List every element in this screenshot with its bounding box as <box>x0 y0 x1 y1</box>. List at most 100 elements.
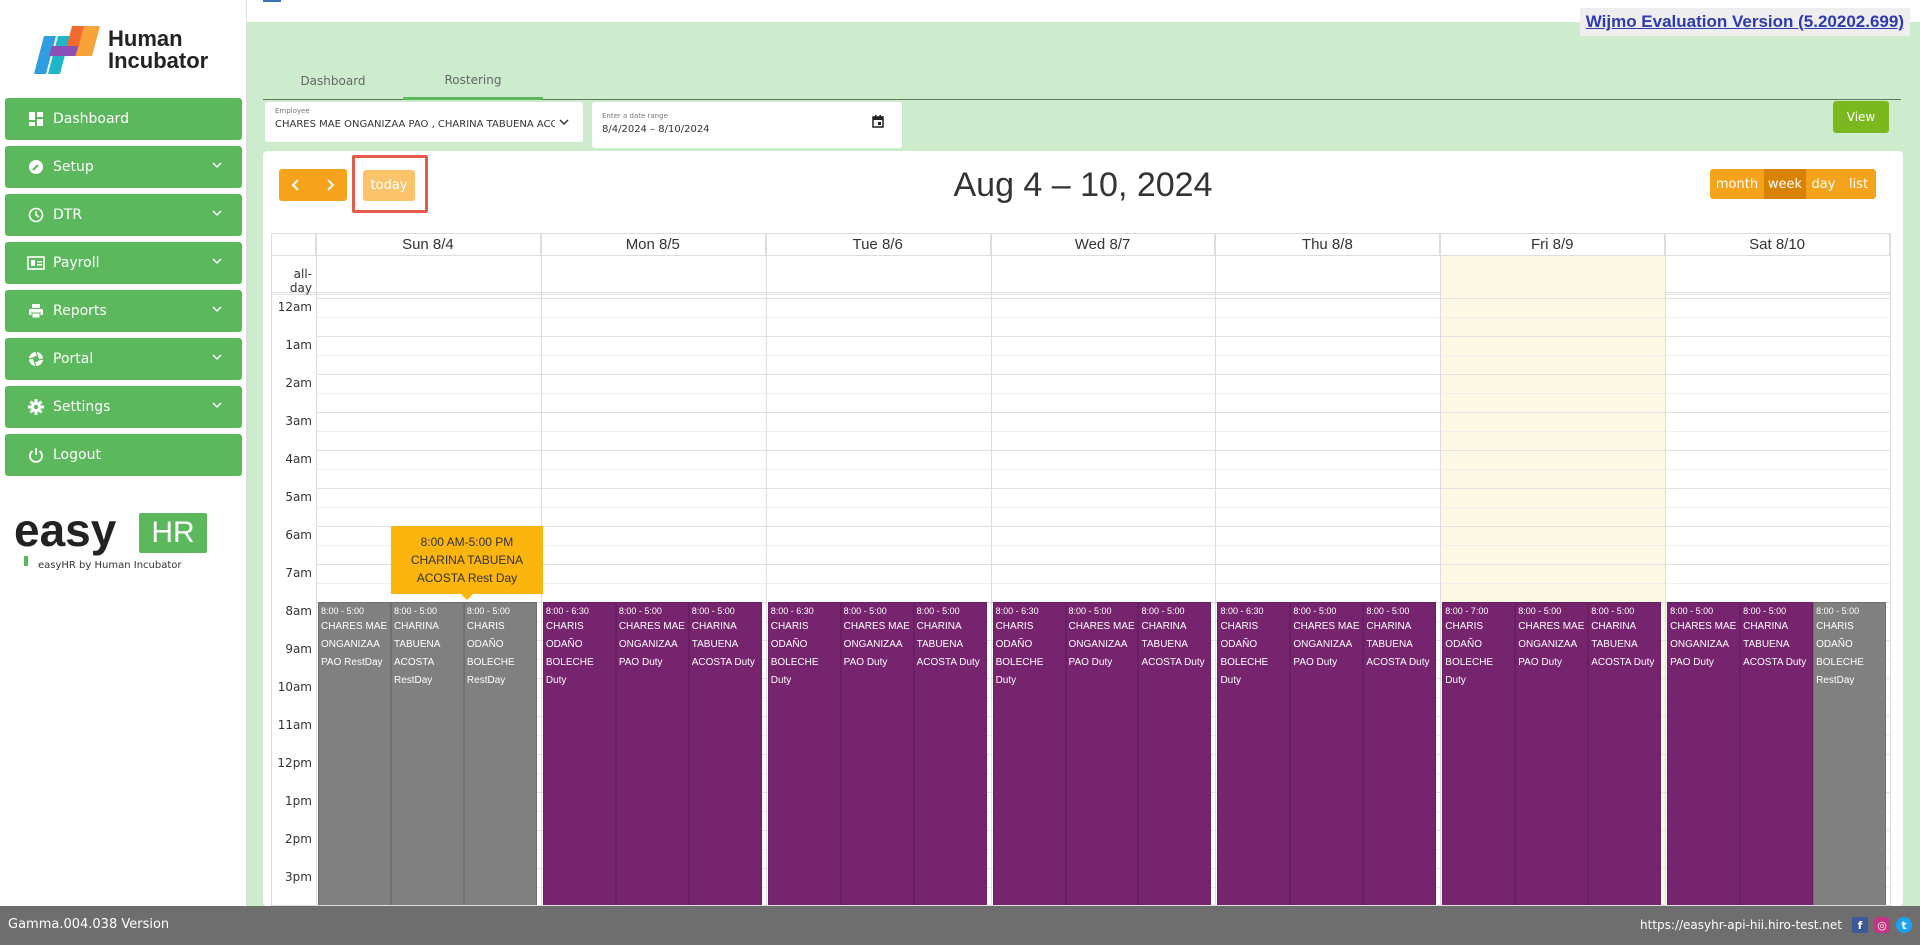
chevron-down-icon <box>212 158 222 172</box>
event-title: CHARES MAE ONGANIZAA PAO Duty <box>843 621 910 668</box>
instagram-icon[interactable]: ◎ <box>1874 917 1890 933</box>
roster-event[interactable]: 8:00 - 5:00 CHARINA TABUENA ACOSTA Duty <box>1588 602 1662 905</box>
employee-select[interactable]: Employee CHARES MAE ONGANIZAA PAO , CHAR… <box>265 102 583 142</box>
tab-bar: Dashboard Rostering <box>263 62 1901 100</box>
roster-event[interactable]: 8:00 - 5:00 CHARES MAE ONGANIZAA PAO Duty <box>1515 602 1589 905</box>
view-week-button[interactable]: week <box>1764 169 1806 199</box>
event-title: CHARINA TABUENA ACOSTA Duty <box>1743 621 1807 668</box>
wijmo-evaluation-link[interactable]: Wijmo Evaluation Version (5.20202.699) <box>1579 8 1910 36</box>
roster-event[interactable]: 8:00 - 5:00 CHARES MAE ONGANIZAA PAO Duty <box>1667 602 1741 905</box>
event-time: 8:00 - 5:00 <box>843 606 887 616</box>
day-divider <box>1665 234 1667 905</box>
sidebar-item-reports[interactable]: Reports <box>5 290 242 332</box>
twitter-icon[interactable]: t <box>1896 917 1912 933</box>
chevron-down-icon <box>212 350 222 364</box>
roster-event[interactable]: 8:00 - 6:30 CHARIS ODAÑO BOLECHE Duty <box>767 602 841 905</box>
sidebar-item-payroll[interactable]: Payroll <box>5 242 242 284</box>
hour-line <box>316 374 1890 375</box>
view-month-button[interactable]: month <box>1710 169 1764 199</box>
day-header: Sun 8/4 <box>316 234 541 256</box>
event-title: CHARINA TABUENA ACOSTA Duty <box>916 621 980 668</box>
roster-event[interactable]: 8:00 - 5:00 CHARINA TABUENA ACOSTA Duty <box>688 602 762 905</box>
day-divider <box>765 234 767 905</box>
hour-line <box>316 488 1890 489</box>
roster-event[interactable]: 8:00 - 5:00 CHARIS ODAÑO BOLECHE RestDay <box>1813 602 1887 905</box>
roster-event[interactable]: 8:00 - 5:00 CHARES MAE ONGANIZAA PAO Rest… <box>318 602 391 905</box>
roster-event[interactable]: 8:00 - 7:00 CHARIS ODAÑO BOLECHE Duty <box>1442 602 1516 905</box>
view-button[interactable]: View <box>1833 101 1889 133</box>
hour-label: 3pm <box>285 870 312 884</box>
roster-event[interactable]: 8:00 - 5:00 CHARES MAE ONGANIZAA PAO Duty <box>1290 602 1364 905</box>
roster-event[interactable]: 8:00 - 5:00 CHARIS ODAÑO BOLECHE RestDay <box>463 602 537 905</box>
date-range-value: 8/4/2024 – 8/10/2024 <box>602 124 710 135</box>
half-hour-line <box>316 507 1890 508</box>
roster-event[interactable]: 8:00 - 5:00 CHARES MAE ONGANIZAA PAO Duty <box>1065 602 1139 905</box>
footer-url[interactable]: https://easyhr-api-hii.hiro-test.net <box>1640 918 1842 932</box>
printer-icon <box>27 302 45 320</box>
event-title: CHARINA TABUENA ACOSTA Duty <box>691 621 755 668</box>
facebook-icon[interactable]: f <box>1852 917 1868 933</box>
easyhr-logo: easy HR easyHR by Human Incubator <box>14 505 214 575</box>
roster-event[interactable]: 8:00 - 5:00 CHARINA TABUENA ACOSTA Duty <box>1363 602 1437 905</box>
hour-label: 2am <box>285 376 312 390</box>
roster-event[interactable]: 8:00 - 5:00 CHARES MAE ONGANIZAA PAO Duty <box>615 602 689 905</box>
corner-cell <box>272 234 316 256</box>
easyhr-tagline: easyHR by Human Incubator <box>38 560 182 571</box>
date-range-field[interactable]: Enter a date range 8/4/2024 – 8/10/2024 <box>592 102 902 148</box>
hour-line <box>316 450 1890 451</box>
footer: Gamma.004.038 Version https://easyhr-api… <box>0 906 1920 945</box>
employee-label: Employee <box>275 107 310 115</box>
event-title: CHARINA TABUENA ACOSTA Duty <box>1591 621 1655 668</box>
tooltip-line1: 8:00 AM-5:00 PM <box>420 535 514 549</box>
allday-label: all-day <box>289 267 312 295</box>
roster-event[interactable]: 8:00 - 5:00 CHARINA TABUENA ACOSTA Duty <box>1138 602 1212 905</box>
hour-label: 3am <box>285 414 312 428</box>
roster-event[interactable]: 8:00 - 6:30 CHARIS ODAÑO BOLECHE Duty <box>542 602 616 905</box>
day-header: Fri 8/9 <box>1440 234 1666 256</box>
event-tooltip: 8:00 AM-5:00 PM CHARINA TABUENA ACOSTA Res… <box>390 526 543 600</box>
power-icon <box>27 446 45 464</box>
next-button[interactable] <box>313 169 347 201</box>
view-day-button[interactable]: day <box>1806 169 1841 199</box>
prev-button[interactable] <box>279 169 313 201</box>
event-time: 8:00 - 5:00 <box>1591 606 1635 616</box>
hour-label: 1am <box>285 338 312 352</box>
logo-line2: Incubator <box>108 48 209 73</box>
hour-label: 2pm <box>285 832 312 846</box>
tab-dashboard[interactable]: Dashboard <box>263 62 403 100</box>
sidebar-item-label: DTR <box>53 207 83 223</box>
chevron-down-icon <box>212 398 222 412</box>
sidebar-item-label: Logout <box>53 447 101 463</box>
today-button[interactable]: today <box>363 170 415 201</box>
day-divider <box>1440 234 1442 905</box>
event-time: 8:00 - 5:00 <box>1670 606 1714 616</box>
sidebar-item-portal[interactable]: Portal <box>5 338 242 380</box>
day-header: Sat 8/10 <box>1665 234 1890 256</box>
view-list-button[interactable]: list <box>1841 169 1876 199</box>
tab-rostering[interactable]: Rostering <box>403 62 543 100</box>
roster-event[interactable]: 8:00 - 5:00 CHARINA TABUENA ACOSTA Duty <box>913 602 987 905</box>
day-header: Wed 8/7 <box>990 234 1216 256</box>
hour-line <box>316 564 1890 565</box>
sidebar-item-label: Setup <box>53 159 94 175</box>
chevron-right-icon <box>327 179 335 191</box>
roster-event[interactable]: 8:00 - 5:00 CHARINA TABUENA ACOSTA Duty <box>1740 602 1814 905</box>
calendar-icon[interactable] <box>872 115 884 128</box>
roster-event[interactable]: 8:00 - 6:30 CHARIS ODAÑO BOLECHE Duty <box>1217 602 1291 905</box>
event-time: 8:00 - 5:00 <box>466 606 510 616</box>
roster-event[interactable]: 8:00 - 5:00 CHARES MAE ONGANIZAA PAO Duty <box>840 602 914 905</box>
roster-event[interactable]: 8:00 - 5:00 CHARINA TABUENA ACOSTA RestDa… <box>390 602 464 905</box>
employee-value: CHARES MAE ONGANIZAA PAO , CHARINA TABUE… <box>275 119 555 130</box>
sidebar-item-dtr[interactable]: DTR <box>5 194 242 236</box>
sidebar-item-logout[interactable]: Logout <box>5 434 242 476</box>
event-time: 8:00 - 6:30 <box>770 606 814 616</box>
sidebar-item-settings[interactable]: Settings <box>5 386 242 428</box>
roster-event[interactable]: 8:00 - 6:30 CHARIS ODAÑO BOLECHE Duty <box>992 602 1066 905</box>
human-incubator-logo[interactable]: Human Incubator <box>34 26 214 78</box>
calendar-panel: today Aug 4 – 10, 2024 month week day li… <box>263 151 1903 906</box>
half-hour-line <box>316 355 1890 356</box>
chevron-left-icon <box>291 179 299 191</box>
logo-line1: Human <box>108 26 183 51</box>
sidebar-item-setup[interactable]: Setup <box>5 146 242 188</box>
sidebar-item-dashboard[interactable]: Dashboard <box>5 98 242 140</box>
